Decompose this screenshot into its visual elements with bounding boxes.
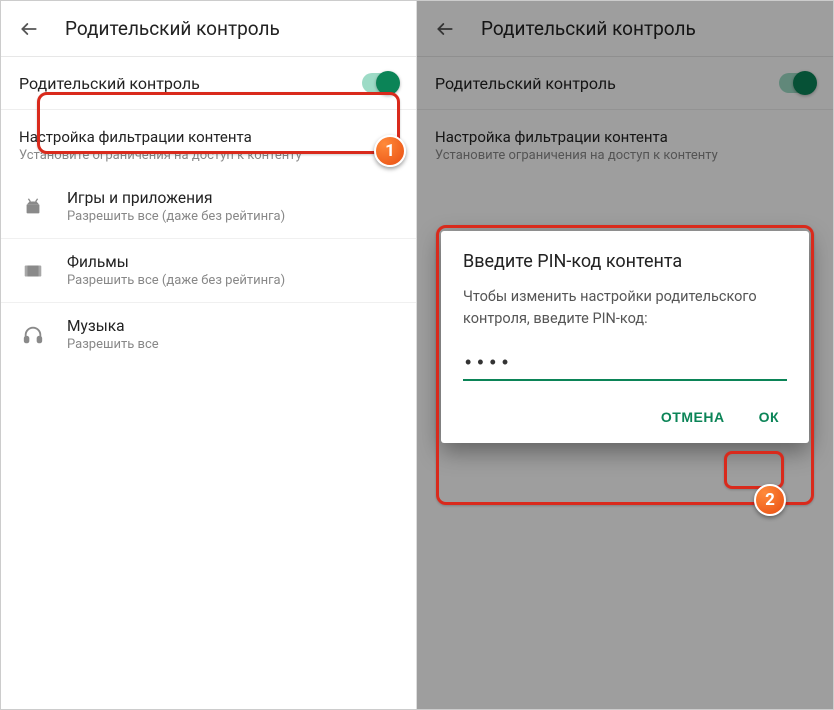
cancel-button[interactable]: ОТМЕНА bbox=[653, 401, 733, 433]
filter-section: Настройка фильтрации контента Установите… bbox=[1, 110, 416, 175]
header: Родительский контроль bbox=[1, 1, 416, 57]
item-movies-sub: Разрешить все (даже без рейтинга) bbox=[67, 273, 285, 288]
pin-input[interactable] bbox=[463, 348, 787, 381]
item-movies-title: Фильмы bbox=[67, 253, 285, 271]
dialog-actions: ОТМЕНА ОК bbox=[463, 401, 787, 433]
item-games-title: Игры и приложения bbox=[67, 189, 285, 207]
filter-subtitle: Установите ограничения на доступ к конте… bbox=[19, 148, 398, 163]
item-games[interactable]: Игры и приложения Разрешить все (даже бе… bbox=[1, 175, 416, 239]
item-movies[interactable]: Фильмы Разрешить все (даже без рейтинга) bbox=[1, 239, 416, 303]
headphones-icon bbox=[19, 324, 47, 346]
pin-dialog: Введите PIN-код контента Чтобы изменить … bbox=[441, 231, 809, 443]
back-icon[interactable] bbox=[17, 17, 41, 41]
movie-icon bbox=[19, 260, 47, 282]
item-music-sub: Разрешить все bbox=[67, 337, 159, 352]
parental-toggle-label: Родительский контроль bbox=[19, 74, 200, 93]
item-games-sub: Разрешить все (даже без рейтинга) bbox=[67, 209, 285, 224]
item-music[interactable]: Музыка Разрешить все bbox=[1, 303, 416, 366]
parental-toggle-row[interactable]: Родительский контроль bbox=[1, 57, 416, 110]
dialog-body: Чтобы изменить настройки родительского к… bbox=[463, 286, 787, 330]
page-title: Родительский контроль bbox=[65, 17, 280, 40]
left-screen: Родительский контроль Родительский контр… bbox=[1, 1, 417, 709]
filter-title: Настройка фильтрации контента bbox=[19, 128, 398, 146]
dialog-title: Введите PIN-код контента bbox=[463, 251, 787, 272]
ok-button[interactable]: ОК bbox=[751, 401, 787, 433]
toggle-switch-icon[interactable] bbox=[362, 73, 398, 93]
android-icon bbox=[19, 196, 47, 218]
right-screen: Родительский контроль Родительский контр… bbox=[417, 1, 833, 709]
item-music-title: Музыка bbox=[67, 317, 159, 335]
